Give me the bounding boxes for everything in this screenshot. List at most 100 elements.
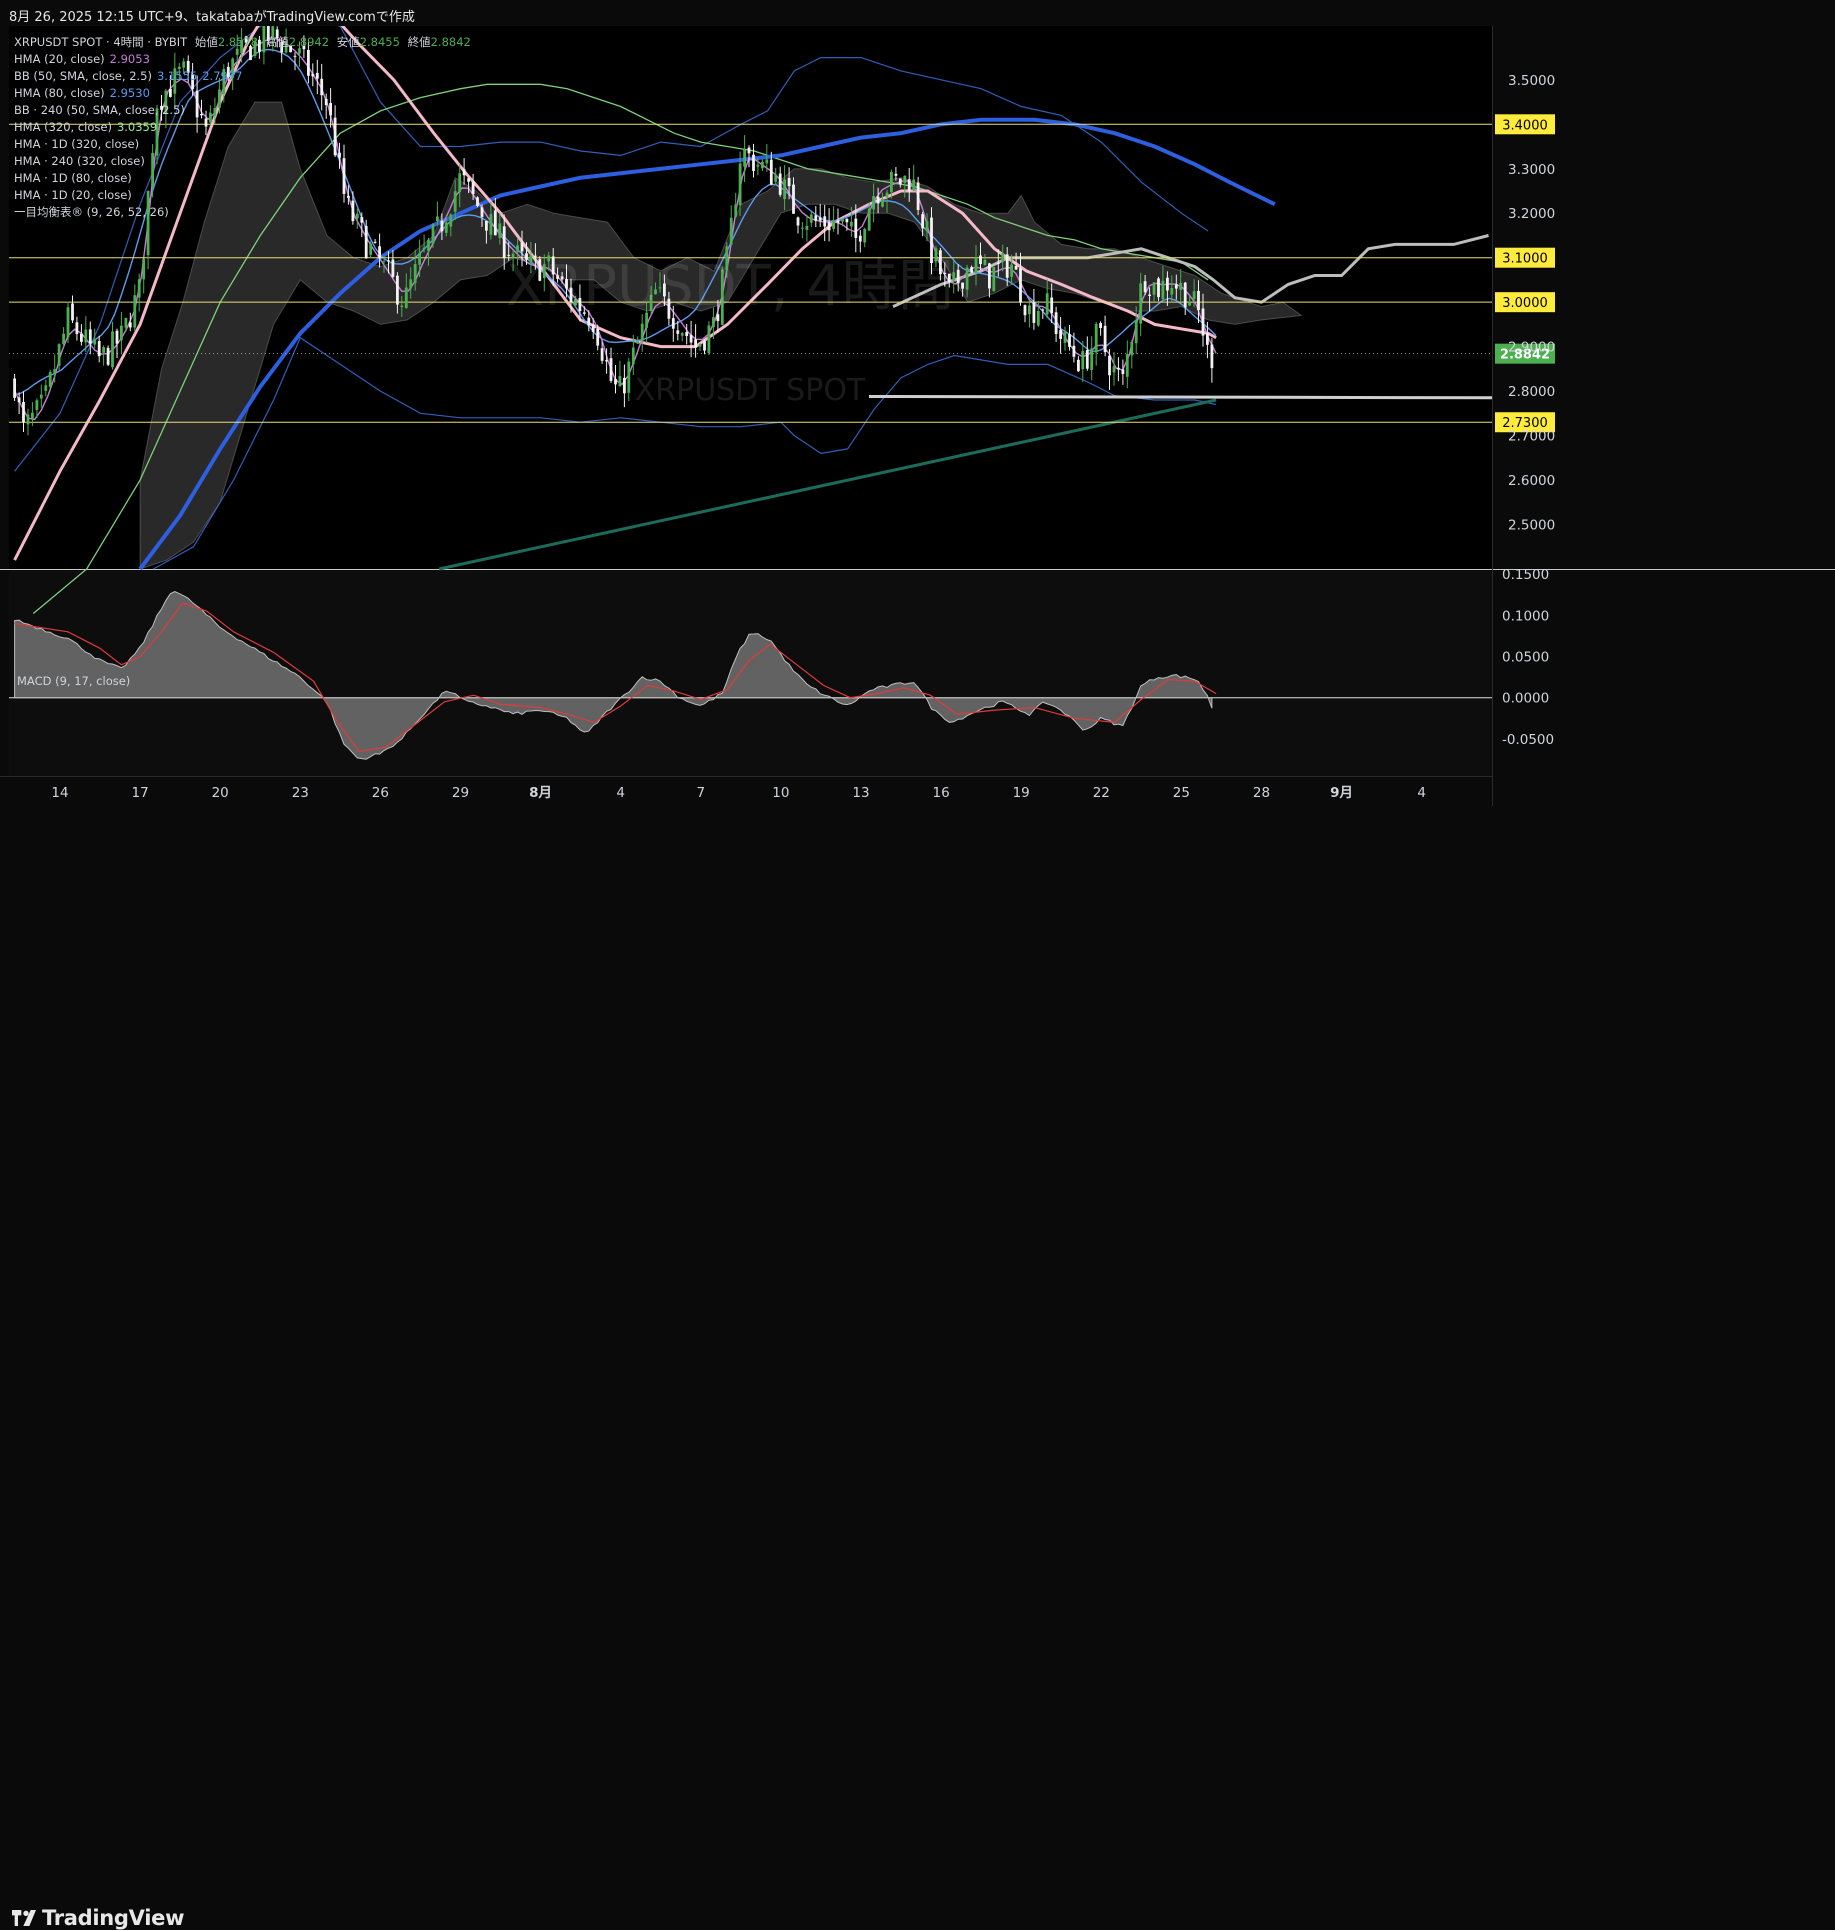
candle-body bbox=[1157, 278, 1160, 298]
candle-body bbox=[80, 333, 83, 342]
candle-body bbox=[783, 179, 786, 199]
candle-body bbox=[1112, 366, 1116, 373]
time-tick-label: 20 bbox=[212, 785, 229, 801]
candle-body bbox=[1134, 320, 1138, 344]
candle-body bbox=[1210, 344, 1214, 369]
candle-body bbox=[850, 221, 853, 227]
time-tick-label: 19 bbox=[1013, 785, 1030, 801]
candle-body bbox=[956, 269, 960, 284]
candle-body bbox=[898, 178, 902, 185]
candle-body bbox=[17, 397, 21, 403]
candle-body bbox=[1032, 302, 1036, 323]
time-tick-label: 28 bbox=[1253, 785, 1270, 801]
candle-body bbox=[71, 303, 74, 321]
level-label: 3.4000 bbox=[1502, 118, 1548, 133]
created-text: 8月 26, 2025 12:15 UTC+9、takatabaがTrading… bbox=[9, 10, 415, 25]
candle-body bbox=[1085, 350, 1089, 369]
legend-indicator-row[interactable]: BB · 240 (50, SMA, close, 2.5) bbox=[14, 102, 471, 119]
legend-indicator-row[interactable]: HMA · 1D (80, close) bbox=[14, 170, 471, 187]
candle-body bbox=[1081, 351, 1085, 370]
candle-body bbox=[444, 222, 448, 233]
candle-body bbox=[734, 204, 738, 217]
candle-body bbox=[1077, 359, 1080, 372]
candle-body bbox=[729, 217, 733, 245]
candle-body bbox=[867, 208, 871, 231]
candle-body bbox=[396, 275, 399, 305]
time-tick-label: 26 bbox=[372, 785, 389, 801]
candle-body bbox=[31, 412, 34, 419]
legend-indicator-row[interactable]: HMA · 240 (320, close) bbox=[14, 153, 471, 170]
candle-body bbox=[404, 287, 408, 308]
candle-body bbox=[854, 218, 858, 238]
candle-body bbox=[84, 329, 88, 343]
candle-body bbox=[996, 262, 1000, 264]
candle-body bbox=[364, 226, 368, 259]
candle-body bbox=[431, 224, 435, 244]
candle-body bbox=[1139, 283, 1143, 324]
candle-body bbox=[106, 347, 110, 365]
legend-indicator-row[interactable]: HMA · 1D (320, close) bbox=[14, 136, 471, 153]
candle-body bbox=[493, 210, 497, 236]
legend-indicator-row[interactable]: HMA (320, close) 3.0359 bbox=[14, 119, 471, 136]
candle-body bbox=[1197, 290, 1200, 311]
time-axis: 14 17 20 23 26 29 8月 4 7 10 13 16 19 22 25 28 9月 4 bbox=[51, 785, 1426, 801]
candle-body bbox=[1001, 253, 1005, 262]
candle-body bbox=[115, 330, 119, 344]
candle-body bbox=[480, 207, 484, 217]
open-label: 始値 bbox=[194, 35, 218, 49]
low-label: 安値 bbox=[336, 35, 360, 49]
candle-body bbox=[476, 197, 479, 206]
header-bar: 8月 26, 2025 12:15 UTC+9、takatabaがTrading… bbox=[0, 0, 1835, 26]
candle-body bbox=[1019, 268, 1022, 303]
candle-body bbox=[1072, 345, 1076, 357]
price-tick-label: 2.5000 bbox=[1508, 518, 1555, 534]
candle-body bbox=[774, 174, 778, 182]
watermark-subtitle: XRPUSDT SPOT bbox=[635, 373, 866, 408]
candle-body bbox=[841, 219, 844, 222]
macd-legend[interactable]: MACD (9, 17, close) bbox=[17, 674, 130, 688]
candle-body bbox=[137, 279, 141, 298]
candle-body bbox=[418, 253, 421, 265]
time-tick-label: 14 bbox=[51, 785, 68, 801]
candle-body bbox=[832, 220, 835, 229]
price-tick-label: 2.8000 bbox=[1508, 384, 1555, 400]
legend-symbol-row[interactable]: XRPUSDT SPOT · 4時間 · BYBIT 始値2.8578 高値2.… bbox=[14, 34, 471, 51]
indicator-name: HMA (80, close) bbox=[14, 86, 105, 100]
legend-indicator-row[interactable]: HMA · 1D (20, close) bbox=[14, 187, 471, 204]
candle-body bbox=[1192, 291, 1196, 300]
candle-body bbox=[916, 182, 920, 210]
indicator-value: 2.9530 bbox=[109, 86, 150, 100]
indicator-name: HMA · 1D (20, close) bbox=[14, 188, 132, 202]
legend-indicator-row[interactable]: HMA (20, close) 2.9053 bbox=[14, 51, 471, 68]
watermark-symbol: XRPUSDT, 4時間 bbox=[506, 254, 954, 319]
candle-body bbox=[440, 220, 444, 232]
candle-body bbox=[778, 173, 782, 195]
close-label: 終値 bbox=[407, 35, 431, 49]
close-value: 2.8842 bbox=[430, 35, 471, 49]
legend-indicator-row[interactable]: HMA (80, close) 2.9530 bbox=[14, 85, 471, 102]
legend-indicator-row[interactable]: 一目均衡表® (9, 26, 52, 26) bbox=[14, 204, 471, 221]
indicator-name: HMA · 240 (320, close) bbox=[14, 154, 145, 168]
candle-body bbox=[1010, 264, 1013, 277]
tradingview-logo[interactable]: TradingView bbox=[12, 1906, 184, 1930]
legend-indicator-row[interactable]: BB (50, SMA, close, 2.5) 3.1555 2.7977 bbox=[14, 68, 471, 85]
candle-body bbox=[787, 177, 791, 187]
candle-body bbox=[1174, 284, 1178, 289]
candle-body bbox=[1054, 312, 1058, 334]
candle-body bbox=[872, 196, 875, 210]
open-value: 2.8578 bbox=[217, 35, 259, 49]
candle-body bbox=[133, 295, 137, 328]
tradingview-logo-icon bbox=[12, 1910, 36, 1926]
candle-body bbox=[970, 267, 973, 273]
time-tick-label: 29 bbox=[452, 785, 469, 801]
candle-body bbox=[823, 216, 827, 227]
macd-tick-label: -0.0500 bbox=[1502, 732, 1554, 748]
candle-body bbox=[1090, 348, 1094, 370]
candle-body bbox=[765, 159, 769, 164]
candle-body bbox=[881, 198, 884, 207]
candle-body bbox=[983, 259, 987, 266]
candle-body bbox=[485, 220, 488, 231]
candle-body bbox=[1152, 282, 1156, 295]
candle-body bbox=[814, 215, 818, 221]
candle-body bbox=[369, 243, 373, 255]
